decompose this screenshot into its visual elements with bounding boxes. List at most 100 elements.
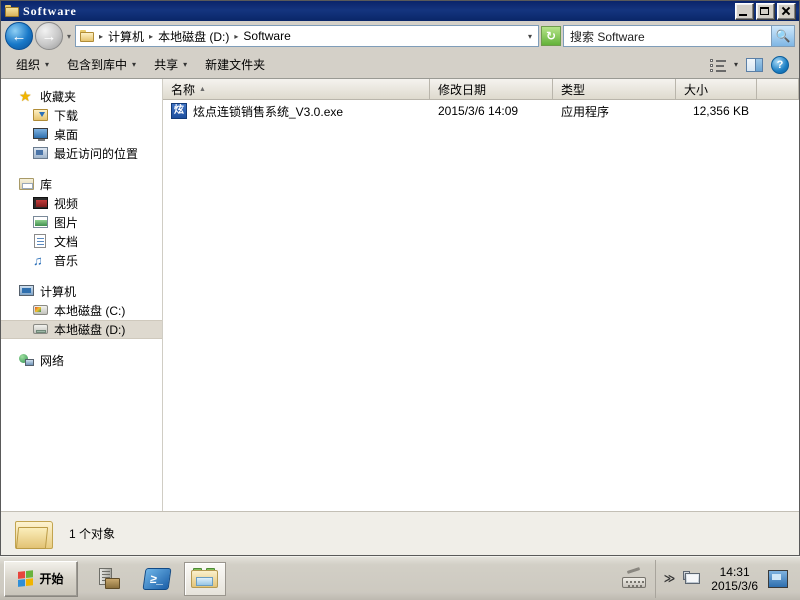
network-tray-icon[interactable] — [683, 571, 701, 587]
navigation-pane: ★ 收藏夹 下载 桌面 最近访问的位置 库 视频 — [1, 79, 163, 511]
show-desktop-icon[interactable] — [768, 570, 788, 588]
breadcrumb-item-computer[interactable]: 计算机 — [106, 28, 146, 45]
quick-launch-bar: ≥_ — [82, 562, 226, 596]
sidebar-item-videos[interactable]: 视频 — [1, 194, 162, 213]
file-name-cell[interactable]: 炫 炫点连锁销售系统_V3.0.exe — [163, 103, 430, 120]
column-header-filler — [757, 79, 799, 99]
sidebar-item-local-disk-d[interactable]: 本地磁盘 (D:) — [1, 320, 162, 339]
sidebar-spacer — [1, 339, 162, 351]
start-label: 开始 — [39, 570, 63, 587]
breadcrumb-item-local-disk-d[interactable]: 本地磁盘 (D:) — [156, 28, 231, 45]
close-button[interactable] — [777, 3, 796, 20]
file-name-label: 炫点连锁销售系统_V3.0.exe — [193, 103, 343, 120]
sidebar-group-computer[interactable]: 计算机 — [1, 282, 162, 301]
recent-pages-chevron-icon[interactable]: ▾ — [65, 32, 73, 41]
explorer-icon — [191, 568, 219, 590]
drive-d-icon — [33, 322, 49, 337]
start-button[interactable]: 开始 — [4, 561, 78, 597]
sidebar-item-documents[interactable]: 文档 — [1, 232, 162, 251]
star-icon: ★ — [19, 89, 35, 104]
sidebar-item-label: 图片 — [54, 214, 78, 231]
sidebar-item-desktop[interactable]: 桌面 — [1, 125, 162, 144]
sidebar-group-libraries[interactable]: 库 — [1, 175, 162, 194]
system-tray: ≫ 14:31 2015/3/6 — [621, 560, 798, 598]
maximize-button[interactable] — [756, 3, 775, 20]
library-icon — [19, 177, 35, 192]
view-options-chevron-icon[interactable]: ▾ — [734, 60, 738, 69]
breadcrumb[interactable]: ▸ 计算机 ▸ 本地磁盘 (D:) ▸ Software ▾ — [75, 25, 539, 47]
taskbar-item-powershell[interactable]: ≥_ — [136, 562, 178, 596]
sidebar-item-local-disk-c[interactable]: 本地磁盘 (C:) — [1, 301, 162, 320]
status-bar: 1 个对象 — [1, 511, 799, 555]
sidebar-item-label: 本地磁盘 (C:) — [54, 302, 125, 319]
breadcrumb-folder-icon — [80, 30, 94, 42]
list-view-icon[interactable] — [710, 58, 726, 72]
share-with-button[interactable]: 共享 ▾ — [145, 53, 196, 76]
clock-time: 14:31 — [720, 565, 750, 579]
column-header-name[interactable]: 名称 ▲ — [163, 79, 430, 99]
sidebar-spacer — [1, 163, 162, 175]
sidebar-item-label: 音乐 — [54, 252, 78, 269]
taskbar: 开始 ≥_ ≫ 14:31 2015/3/6 — [0, 556, 800, 600]
sidebar-item-downloads[interactable]: 下载 — [1, 106, 162, 125]
column-header-type[interactable]: 类型 — [553, 79, 676, 99]
desktop-icon — [33, 127, 49, 142]
taskbar-item-explorer[interactable] — [184, 562, 226, 596]
sidebar-item-recent-places[interactable]: 最近访问的位置 — [1, 144, 162, 163]
column-header-size[interactable]: 大小 — [676, 79, 757, 99]
search-box[interactable]: 搜索 Software 🔍 — [563, 25, 795, 47]
address-dropdown-icon[interactable]: ▾ — [526, 32, 536, 41]
handwriting-keyboard-icon[interactable] — [621, 569, 647, 589]
pictures-library-icon — [33, 215, 49, 230]
back-arrow-icon: ← — [6, 23, 32, 49]
show-hidden-icons-icon[interactable]: ≫ — [664, 572, 676, 585]
command-toolbar: 组织 ▾ 包含到库中 ▾ 共享 ▾ 新建文件夹 ▾ ? — [1, 51, 799, 79]
download-folder-icon — [33, 108, 49, 123]
breadcrumb-separator-0: ▸ — [96, 32, 106, 41]
include-in-library-label: 包含到库中 — [67, 56, 127, 73]
taskbar-item-server-manager[interactable] — [88, 562, 130, 596]
sidebar-item-label: 文档 — [54, 233, 78, 250]
column-header-label: 修改日期 — [438, 81, 486, 98]
window-title: Software — [23, 4, 735, 19]
breadcrumb-item-software[interactable]: Software — [241, 29, 292, 43]
column-header-label: 名称 — [171, 81, 195, 98]
include-in-library-button[interactable]: 包含到库中 ▾ — [58, 53, 145, 76]
chevron-down-icon: ▾ — [183, 60, 187, 69]
sidebar-group-label: 收藏夹 — [40, 88, 76, 105]
sidebar-item-pictures[interactable]: 图片 — [1, 213, 162, 232]
computer-icon — [19, 284, 35, 299]
help-icon[interactable]: ? — [771, 56, 789, 74]
forward-arrow-icon: → — [36, 23, 62, 49]
sidebar-group-network[interactable]: 网络 — [1, 351, 162, 370]
breadcrumb-separator-2: ▸ — [231, 32, 241, 41]
new-folder-button[interactable]: 新建文件夹 — [196, 53, 274, 76]
back-button[interactable]: ← — [5, 22, 33, 50]
title-bar: Software — [1, 1, 799, 21]
column-header-date-modified[interactable]: 修改日期 — [430, 79, 553, 99]
preview-pane-icon[interactable] — [746, 58, 763, 72]
minimize-button[interactable] — [735, 3, 754, 20]
file-rows: 炫 炫点连锁销售系统_V3.0.exe 2015/3/6 14:09 应用程序 … — [163, 100, 799, 511]
search-icon[interactable]: 🔍 — [771, 26, 794, 46]
table-row[interactable]: 炫 炫点连锁销售系统_V3.0.exe 2015/3/6 14:09 应用程序 … — [163, 100, 799, 122]
address-bar: ← → ▾ ▸ 计算机 ▸ 本地磁盘 (D:) ▸ Software ▾ ↻ 搜… — [1, 21, 799, 51]
window-body: ★ 收藏夹 下载 桌面 最近访问的位置 库 视频 — [1, 79, 799, 511]
powershell-icon: ≥_ — [142, 568, 171, 590]
chevron-down-icon: ▾ — [45, 60, 49, 69]
refresh-button[interactable]: ↻ — [541, 26, 561, 46]
clock[interactable]: 14:31 2015/3/6 — [709, 565, 760, 593]
search-input[interactable]: 搜索 Software — [564, 28, 771, 45]
forward-button[interactable]: → — [35, 22, 63, 50]
chevron-down-icon: ▾ — [132, 60, 136, 69]
folder-icon — [5, 5, 19, 17]
sidebar-group-favorites[interactable]: ★ 收藏夹 — [1, 87, 162, 106]
organize-button[interactable]: 组织 ▾ — [7, 53, 58, 76]
sidebar-item-label: 下载 — [54, 107, 78, 124]
item-count-label: 1 个对象 — [69, 525, 115, 542]
sidebar-item-label: 最近访问的位置 — [54, 145, 138, 162]
sidebar-item-music[interactable]: ♫ 音乐 — [1, 251, 162, 270]
music-library-icon: ♫ — [33, 253, 49, 268]
recent-places-icon — [33, 146, 49, 161]
sidebar-item-label: 桌面 — [54, 126, 78, 143]
